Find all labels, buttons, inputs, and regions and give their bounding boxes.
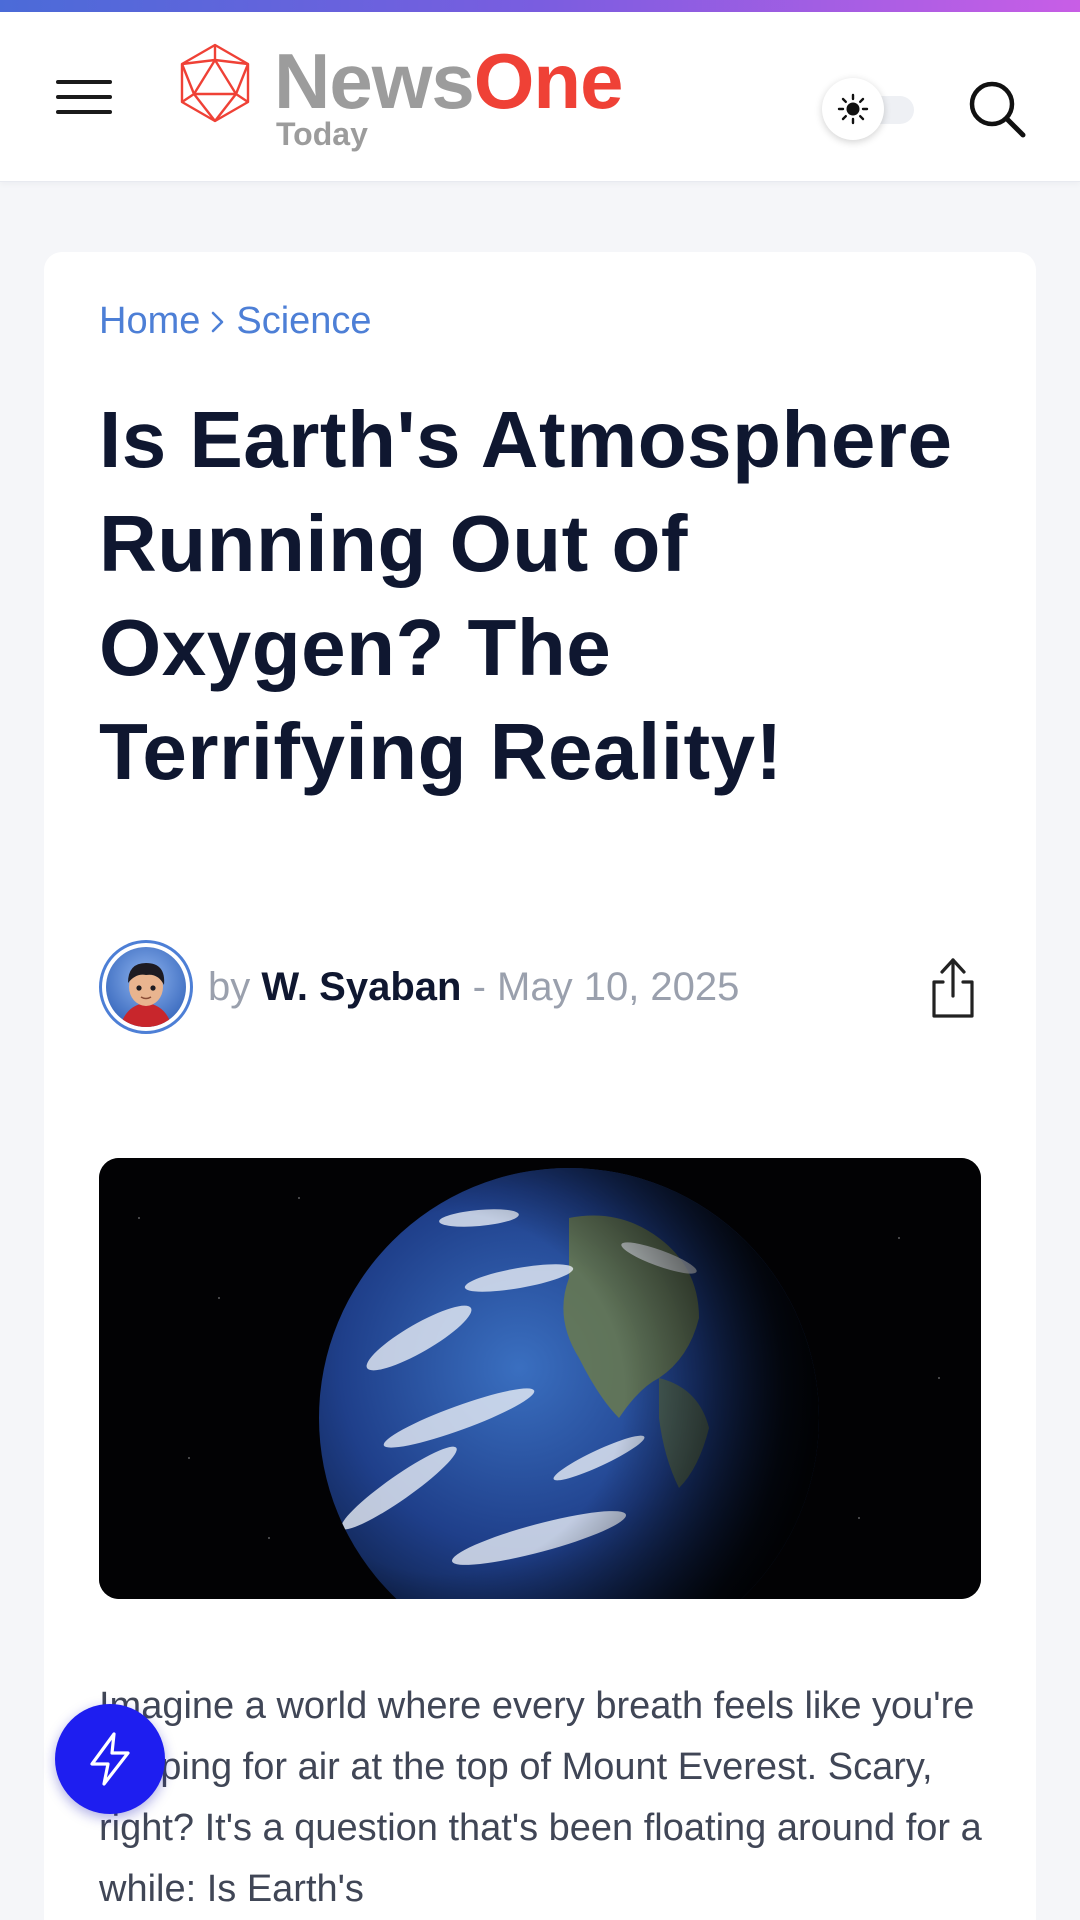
search-icon[interactable]: [966, 78, 1028, 140]
logo-subtitle: Today: [276, 116, 368, 152]
earth-from-space-image: [99, 1158, 981, 1599]
author-name[interactable]: W. Syaban: [261, 965, 461, 1009]
theme-toggle[interactable]: [822, 78, 916, 140]
site-logo[interactable]: NewsOne: [274, 42, 623, 120]
breadcrumb: Home Science: [99, 300, 372, 343]
lightning-bolt-icon: [90, 1732, 130, 1786]
author-avatar[interactable]: [99, 940, 193, 1034]
chevron-right-icon: [212, 311, 224, 332]
breadcrumb-category-link[interactable]: Science: [236, 300, 371, 343]
share-icon[interactable]: [925, 956, 981, 1020]
date-separator: -: [472, 965, 486, 1009]
theme-toggle-knob: [822, 78, 884, 140]
site-header: NewsOne Today: [0, 12, 1080, 182]
by-label: by: [208, 965, 251, 1009]
article-body-paragraph: Imagine a world where every breath feels…: [99, 1685, 982, 1910]
publish-date: May 10, 2025: [497, 965, 740, 1009]
avatar-illustration: [106, 947, 186, 1027]
top-accent-bar: [0, 0, 1080, 12]
breadcrumb-home-link[interactable]: Home: [99, 300, 200, 343]
article-hero-image: [99, 1158, 981, 1599]
logo-primary-text: News: [274, 37, 475, 125]
sun-icon: [837, 93, 869, 125]
byline: by W. Syaban - May 10, 2025: [208, 962, 739, 1012]
quick-action-button[interactable]: [55, 1704, 165, 1814]
article-title: Is Earth's Atmosphere Running Out of Oxy…: [99, 395, 953, 796]
hamburger-menu-icon[interactable]: [52, 72, 116, 122]
article-meta: by W. Syaban - May 10, 2025: [99, 940, 979, 1034]
logo-accent-text: One: [473, 37, 624, 125]
icosahedron-logo-icon[interactable]: [174, 42, 256, 124]
